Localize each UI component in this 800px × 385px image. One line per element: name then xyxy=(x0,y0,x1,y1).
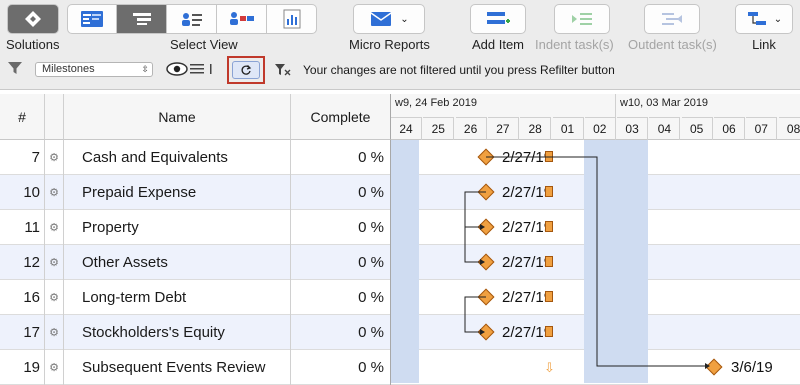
gantt-links xyxy=(464,156,710,369)
